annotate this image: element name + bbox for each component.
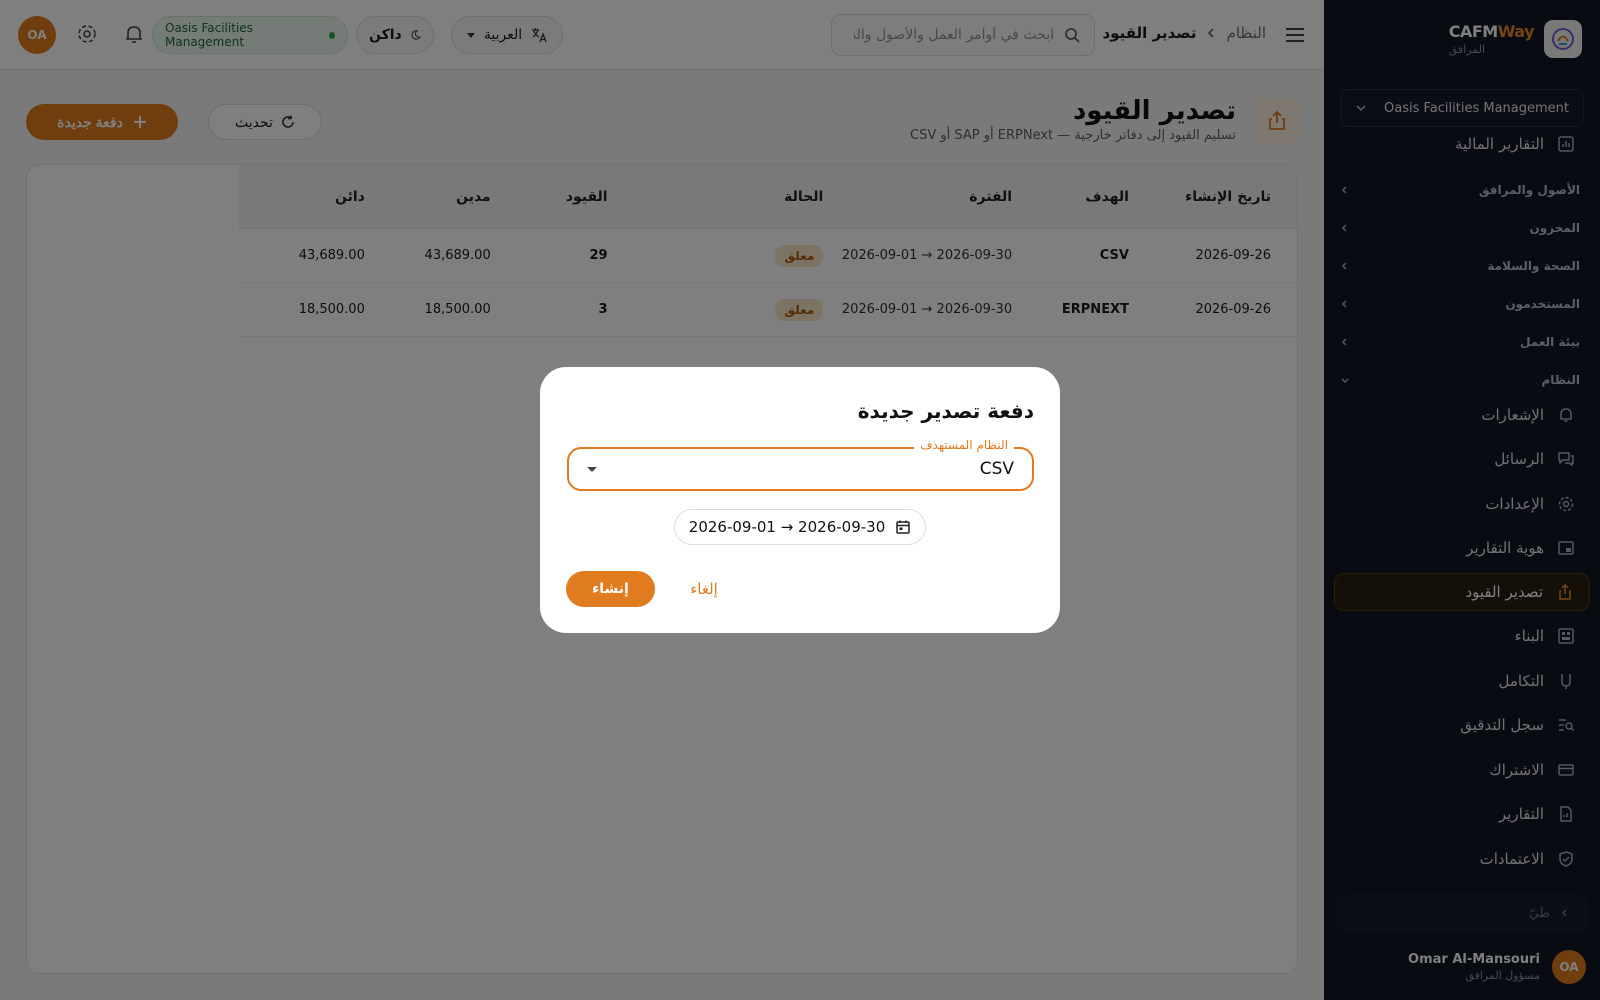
caret-down-icon — [587, 467, 597, 472]
target-system-label: النظام المستهدف — [914, 438, 1014, 452]
cancel-button[interactable]: إلغاء — [674, 571, 734, 607]
date-range-picker[interactable]: 2026-09-01 → 2026-09-30 — [674, 509, 926, 545]
target-system-select[interactable]: النظام المستهدف CSV — [567, 438, 1034, 491]
create-button[interactable]: إنشاء — [566, 571, 655, 607]
date-range-value: 2026-09-01 → 2026-09-30 — [688, 518, 886, 536]
target-system-value: CSV — [979, 459, 1014, 479]
dialog-title: دفعة تصدير جديدة — [857, 399, 1034, 423]
calendar-icon — [896, 520, 910, 534]
new-export-batch-dialog: دفعة تصدير جديدة النظام المستهدف CSV 202… — [540, 367, 1060, 633]
